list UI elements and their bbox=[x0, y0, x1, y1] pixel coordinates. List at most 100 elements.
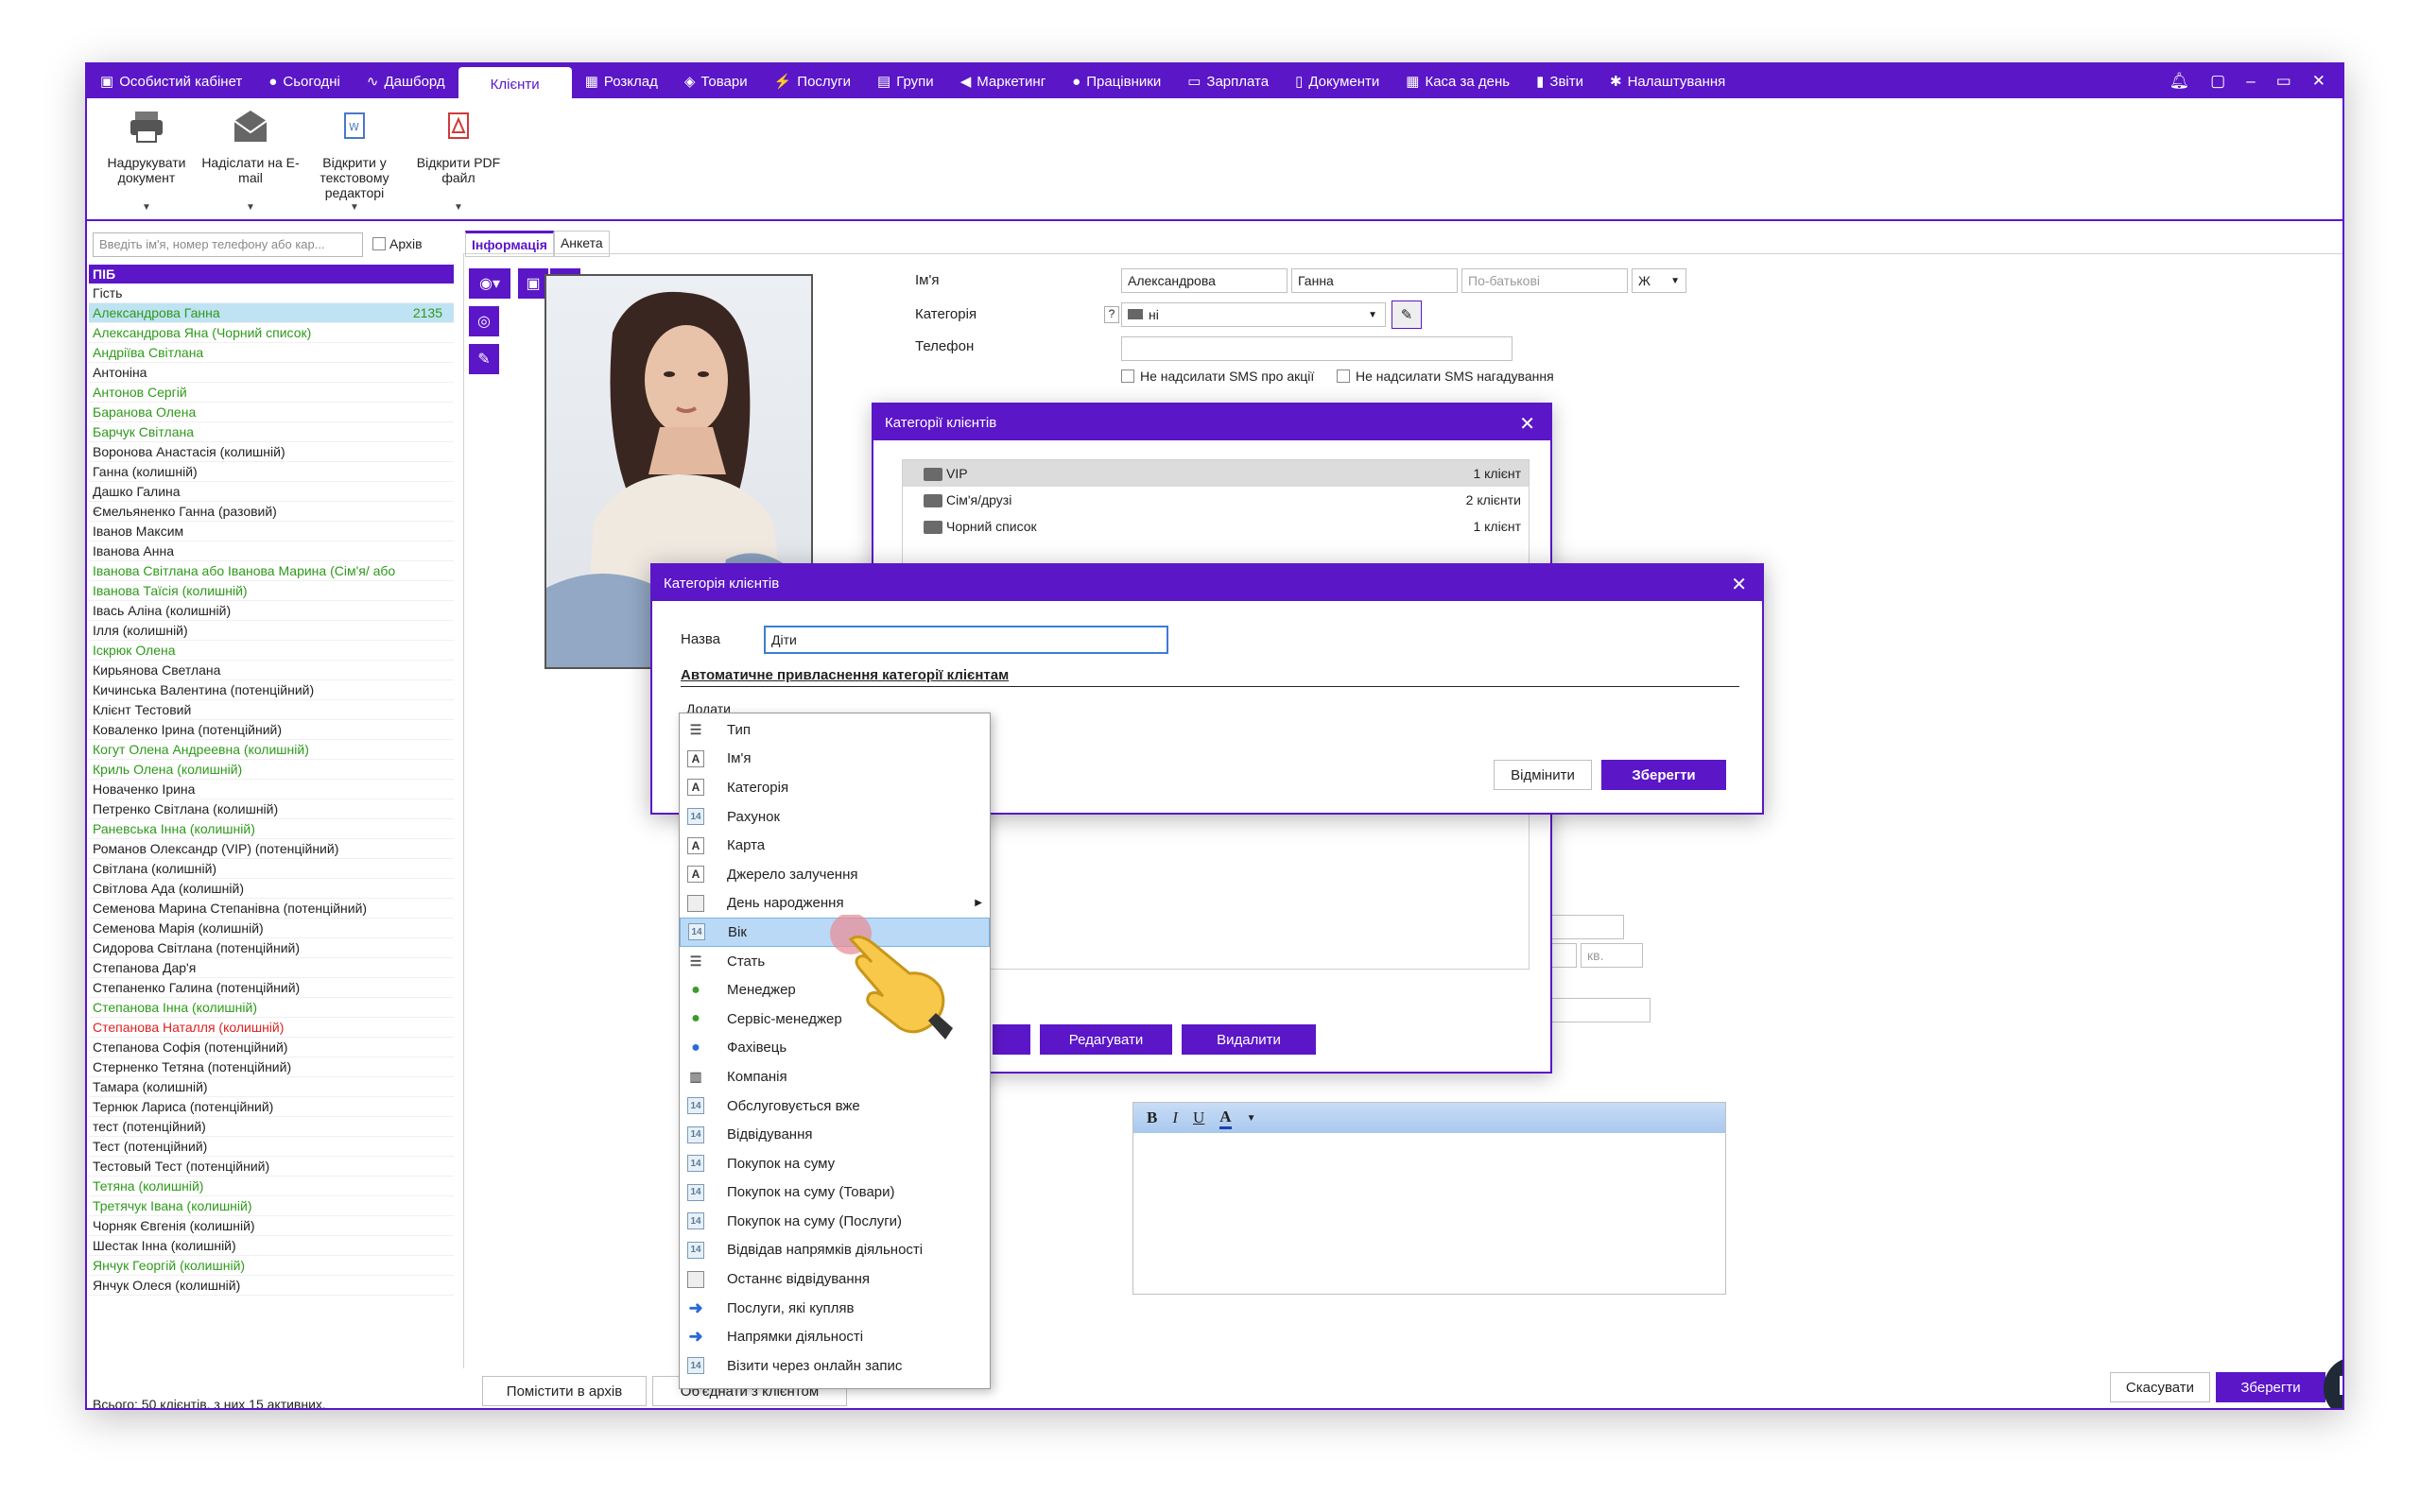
category-name-input[interactable]: Діти bbox=[764, 626, 1168, 654]
context-menu-item[interactable]: A Ім'я bbox=[680, 745, 990, 774]
client-row[interactable]: Тамара (колишній) bbox=[89, 1077, 454, 1097]
context-menu-item[interactable]: ☰ Тип bbox=[680, 715, 990, 745]
client-row[interactable]: тест (потенційний) bbox=[89, 1117, 454, 1137]
lock-icon[interactable]: ▢ bbox=[2210, 72, 2225, 91]
gender-select[interactable]: Ж ▼ bbox=[1632, 268, 1686, 293]
client-row[interactable]: Іскрюк Олена bbox=[89, 641, 454, 661]
client-row[interactable]: Клієнт Тестовий bbox=[89, 700, 454, 720]
client-row[interactable]: Ганна (колишній) bbox=[89, 462, 454, 482]
add-category-button[interactable] bbox=[993, 1024, 1030, 1055]
menu-dashboard[interactable]: ∿ Дашборд bbox=[354, 64, 458, 98]
menu-schedule[interactable]: ▦ Розклад bbox=[572, 64, 671, 98]
category-row[interactable]: Чорний список 1 клієнт bbox=[903, 513, 1529, 540]
client-row[interactable]: Новаченко Ірина bbox=[89, 780, 454, 799]
first-name-input[interactable]: Ганна bbox=[1291, 268, 1458, 293]
context-menu-item[interactable]: ➜ Послуги, які купляв bbox=[680, 1294, 990, 1323]
close-icon[interactable]: ✕ bbox=[1731, 573, 1747, 596]
client-row[interactable]: Ємельяненко Ганна (разовий) bbox=[89, 502, 454, 522]
context-menu-item[interactable]: 14 Покупок на суму bbox=[680, 1149, 990, 1178]
cancel-button[interactable]: Скасувати bbox=[2110, 1372, 2210, 1402]
client-row[interactable]: Степанова Наталля (колишній) bbox=[89, 1018, 454, 1038]
archive-checkbox[interactable]: Архів bbox=[372, 236, 423, 251]
context-menu-item[interactable]: A Карта bbox=[680, 831, 990, 860]
last-name-input[interactable]: Александрова bbox=[1121, 268, 1288, 293]
menu-employees[interactable]: ● Працівники bbox=[1059, 64, 1174, 98]
context-menu-item[interactable]: A Джерело залучення bbox=[680, 860, 990, 889]
restore-icon[interactable]: ▭ bbox=[2276, 72, 2291, 91]
client-row[interactable]: Стерненко Тетяна (потенційний) bbox=[89, 1057, 454, 1077]
category-row[interactable]: VIP 1 клієнт bbox=[903, 460, 1529, 487]
context-menu-item[interactable]: Останнє відвідування bbox=[680, 1264, 990, 1294]
save-client-button[interactable]: Зберегти bbox=[2216, 1372, 2325, 1402]
phone-input[interactable] bbox=[1121, 336, 1512, 361]
context-menu-item[interactable]: 14 Покупок на суму (Послуги) bbox=[680, 1207, 990, 1236]
client-row[interactable]: Іванова Анна bbox=[89, 541, 454, 561]
context-menu-item[interactable]: 14 Рахунок bbox=[680, 802, 990, 832]
client-row[interactable]: Степанова Дар'я bbox=[89, 958, 454, 978]
apartment-input[interactable]: кв. bbox=[1581, 943, 1643, 968]
archive-client-button[interactable]: Помістити в архів bbox=[482, 1376, 647, 1406]
menu-salary[interactable]: ▭ Зарплата bbox=[1174, 64, 1282, 98]
client-row[interactable]: Іванова Таїсія (колишній) bbox=[89, 581, 454, 601]
context-menu-item[interactable]: 14 Обслуговується вже bbox=[680, 1091, 990, 1121]
menu-documents[interactable]: ▯ Документи bbox=[1282, 64, 1392, 98]
bold-icon[interactable]: B bbox=[1147, 1108, 1157, 1127]
camera-button[interactable]: ◉▾ bbox=[469, 268, 510, 299]
client-row[interactable]: Янчук Олеся (колишній) bbox=[89, 1276, 454, 1296]
client-row[interactable]: Тетяна (колишній) bbox=[89, 1177, 454, 1196]
client-row[interactable]: Воронова Анастасія (колишній) bbox=[89, 442, 454, 462]
menu-groups[interactable]: ▤ Групи bbox=[864, 64, 947, 98]
client-row[interactable]: Чорняк Євгенія (колишній) bbox=[89, 1216, 454, 1236]
checkbox-box[interactable] bbox=[1121, 369, 1134, 383]
client-search-input[interactable]: Введіть ім'я, номер телефону або кар... bbox=[93, 232, 363, 257]
context-menu-item[interactable]: A Категорія bbox=[680, 773, 990, 802]
client-row[interactable]: Світлова Ада (колишній) bbox=[89, 879, 454, 899]
client-row[interactable]: Степанова Інна (колишній) bbox=[89, 998, 454, 1018]
client-row[interactable]: Андріїва Світлана bbox=[89, 343, 454, 363]
checkbox-box[interactable] bbox=[1337, 369, 1350, 383]
edit-category-dialog-button[interactable]: Редагувати bbox=[1040, 1024, 1172, 1055]
client-row[interactable]: Романов Олександр (VIP) (потенційний) bbox=[89, 839, 454, 859]
context-menu-item[interactable]: ➜ Напрямки діяльності bbox=[680, 1322, 990, 1351]
menu-reports[interactable]: ▮ Звіти bbox=[1523, 64, 1597, 98]
client-row[interactable]: Александрова Ганна 2135 bbox=[89, 303, 454, 323]
minimize-icon[interactable]: – bbox=[2246, 72, 2255, 91]
context-menu-item[interactable]: 14 Відвідав напрямків діяльності bbox=[680, 1236, 990, 1265]
client-row[interactable]: Когут Олена Андреевна (колишній) bbox=[89, 740, 454, 760]
print-document-button[interactable]: Надрукувати документ ▼ bbox=[95, 98, 199, 219]
client-row[interactable]: Івась Аліна (колишній) bbox=[89, 601, 454, 621]
client-row[interactable]: Петренко Світлана (колишній) bbox=[89, 799, 454, 819]
cancel-category-button[interactable]: Відмінити bbox=[1494, 760, 1592, 790]
client-row[interactable]: Сидорова Світлана (потенційний) bbox=[89, 938, 454, 958]
category-select[interactable]: ні ▼ bbox=[1121, 302, 1386, 327]
client-row[interactable]: Світлана (колишній) bbox=[89, 859, 454, 879]
client-row[interactable]: Іванова Світлана або Іванова Марина (Сім… bbox=[89, 561, 454, 581]
context-menu-item[interactable]: 14 Візити через онлайн запис bbox=[680, 1351, 990, 1381]
category-row[interactable]: Сім'я/друзі 2 клієнти bbox=[903, 487, 1529, 513]
client-row[interactable]: Александрова Яна (Чорний список) bbox=[89, 323, 454, 343]
menu-services[interactable]: ⚡ Послуги bbox=[761, 64, 864, 98]
client-row[interactable]: Баранова Олена bbox=[89, 403, 454, 422]
client-row[interactable]: Семенова Марія (колишній) bbox=[89, 919, 454, 938]
client-row[interactable]: Семенова Марина Степанівна (потенційний) bbox=[89, 899, 454, 919]
notes-editor[interactable]: B I U A ▼ bbox=[1132, 1102, 1726, 1295]
save-category-button[interactable]: Зберегти bbox=[1601, 760, 1726, 790]
italic-icon[interactable]: I bbox=[1172, 1108, 1178, 1127]
crop-button[interactable]: ✎ bbox=[469, 344, 499, 374]
close-icon[interactable]: ✕ bbox=[2312, 72, 2325, 91]
menu-goods[interactable]: ◈ Товари bbox=[671, 64, 761, 98]
client-row[interactable]: Дашко Галина bbox=[89, 482, 454, 502]
client-row[interactable]: Кичинська Валентина (потенційний) bbox=[89, 680, 454, 700]
edit-category-button[interactable]: ✎ bbox=[1392, 301, 1422, 329]
chevron-down-icon[interactable]: ▼ bbox=[1247, 1113, 1256, 1124]
context-menu-item[interactable]: ▥ Компанія bbox=[680, 1062, 990, 1091]
delete-category-button[interactable]: Видалити bbox=[1182, 1024, 1316, 1055]
patronymic-input[interactable]: По-батькові bbox=[1461, 268, 1628, 293]
menu-personal-cabinet[interactable]: ▣ Особистий кабінет bbox=[87, 64, 255, 98]
client-row[interactable]: Янчук Георгій (колишній) bbox=[89, 1256, 454, 1276]
client-row[interactable]: Іванов Максим bbox=[89, 522, 454, 541]
no-sms-promo-checkbox[interactable]: Не надсилати SMS про акції bbox=[1121, 369, 1314, 384]
webcam-button[interactable]: ◎ bbox=[469, 306, 499, 336]
menu-clients[interactable]: Клієнти bbox=[458, 67, 572, 101]
context-menu-item[interactable]: День народження ▶ bbox=[680, 889, 990, 919]
